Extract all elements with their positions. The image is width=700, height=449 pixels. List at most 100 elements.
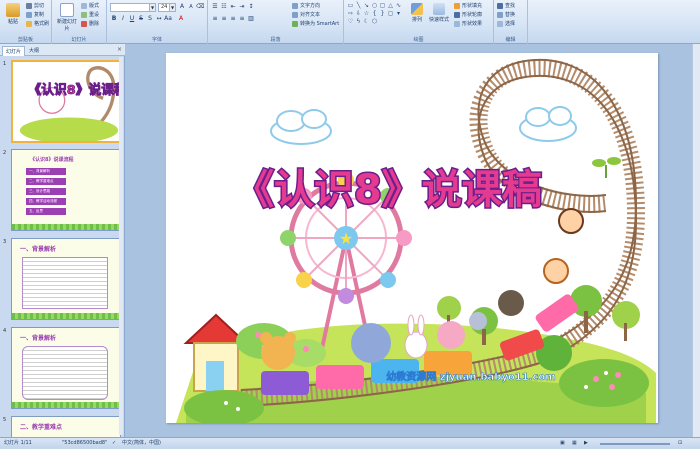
thumb-2-item: 二、教学重难点 [26, 178, 66, 185]
cloud-right [519, 106, 577, 142]
moon-shape-icon[interactable]: ☾ [363, 18, 370, 25]
spell-check-icon[interactable]: ✓ [112, 438, 116, 449]
slides-group-label: 幻灯片 [71, 37, 87, 43]
hex-shape-icon[interactable]: ⬡ [371, 18, 378, 25]
clipboard-group: 粘贴 剪切 复制 格式刷 剪贴板 [0, 0, 52, 44]
current-slide[interactable]: ★ 《认识8》说课稿 幼教资源网 zjyuan.babyo11.com [166, 53, 658, 423]
shape-fill-button[interactable]: 形状填充 [454, 2, 482, 10]
language-indicator: 中文(简体，中国) [122, 440, 161, 446]
slide-title[interactable]: 《认识8》说课稿 [233, 166, 544, 215]
view-show-button[interactable]: ▶ [584, 438, 588, 449]
close-icon[interactable]: × [117, 46, 122, 53]
cut-button[interactable]: 剪切 [26, 2, 44, 10]
heart-shape-icon[interactable]: ♡ [347, 18, 354, 25]
darrow-shape-icon[interactable]: ⇩ [355, 10, 362, 17]
slide-1-preview: 《认识8》说课稿 [13, 62, 119, 141]
theme-name: "53cd86500bad8" [62, 440, 108, 446]
star-shape-icon[interactable]: ☆ [363, 10, 370, 17]
thumb-grass [12, 402, 120, 408]
align-text-button[interactable]: 对齐文本 [292, 11, 320, 19]
clear-format-button[interactable]: ⌫ [196, 3, 204, 11]
tab-outline[interactable]: 大纲 [26, 46, 42, 56]
format-painter-button[interactable]: 格式刷 [26, 20, 49, 28]
copy-button[interactable]: 复制 [26, 11, 44, 19]
replace-button[interactable]: 替换 [497, 11, 515, 19]
spacing-button[interactable]: ↔ [155, 15, 163, 23]
text-direction-button[interactable]: 文字方向 [292, 2, 320, 10]
editing-group: 查找 替换 选择 编辑 [494, 0, 528, 44]
new-slide-button[interactable]: 新建幻灯片 [55, 2, 79, 32]
delete-slide-button[interactable]: 删除 [81, 20, 99, 28]
smartart-button[interactable]: 转换为 SmartArt [292, 20, 339, 28]
font-color-button[interactable]: A [177, 15, 185, 23]
font-group-label: 字体 [151, 37, 162, 43]
align-center-button[interactable]: ≡ [220, 15, 228, 23]
thumbnail-scrollbar[interactable] [119, 57, 123, 435]
columns-button[interactable]: ▥ [247, 15, 255, 23]
strikethrough-button[interactable]: S [137, 15, 145, 23]
shadow-button[interactable]: S [146, 15, 154, 23]
brace2-shape-icon[interactable]: } [379, 10, 386, 17]
line-spacing-button[interactable]: ↕ [247, 3, 255, 11]
align-right-button[interactable]: ≡ [229, 15, 237, 23]
editing-group-label: 编辑 [505, 37, 516, 43]
triangle-shape-icon[interactable]: △ [387, 2, 394, 9]
rarrow-shape-icon[interactable]: ⇨ [347, 10, 354, 17]
font-name-dropdown[interactable]: ▼ [110, 3, 156, 12]
slide-number: 4 [3, 328, 7, 334]
smartart-icon [292, 20, 298, 27]
outline-icon [454, 11, 460, 18]
thumb-3-title: 一、背景解析 [20, 246, 57, 253]
fit-window-button[interactable]: ⊡ [678, 438, 682, 449]
layout-button[interactable]: 版式 [81, 2, 99, 10]
more-shapes-icon[interactable]: ▾ [395, 10, 402, 17]
arrow-shape-icon[interactable]: ↘ [363, 2, 370, 9]
shape-effects-button[interactable]: 形状效果 [454, 20, 482, 28]
curve-shape-icon[interactable]: ∿ [395, 2, 402, 9]
slide-thumbnail-2[interactable]: 《认识8》说课流程 一、背景解析 二、教学重难点 三、设计思路 四、教学活动流程… [11, 149, 121, 231]
shrink-font-button[interactable]: A [187, 3, 195, 11]
shape-outline-button[interactable]: 形状轮廓 [454, 11, 482, 19]
view-sorter-button[interactable]: ▦ [572, 438, 577, 449]
font-size-dropdown[interactable]: 24 ▼ [158, 3, 176, 12]
paste-button[interactable]: 粘贴 [2, 2, 24, 32]
slide-thumbnail-1[interactable]: 《认识8》说课稿 [11, 60, 121, 143]
canvas-vertical-scrollbar[interactable] [692, 44, 700, 437]
decrease-indent-button[interactable]: ⇤ [229, 3, 237, 11]
svg-text:★: ★ [339, 229, 353, 248]
slide-thumbnail-5[interactable]: 二、教学重难点 [11, 416, 121, 438]
lightning-shape-icon[interactable]: ϟ [355, 18, 362, 25]
sprout [592, 157, 621, 178]
slide-thumbnail-4[interactable]: 一、背景解析 [11, 327, 121, 409]
align-left-button[interactable]: ≡ [211, 15, 219, 23]
increase-indent-button[interactable]: ⇥ [238, 3, 246, 11]
line-shape-icon[interactable]: ╲ [355, 2, 362, 9]
tab-slides[interactable]: 幻灯片 [2, 46, 26, 56]
fill-icon [454, 2, 460, 9]
brace-shape-icon[interactable]: { [371, 10, 378, 17]
underline-button[interactable]: U [128, 15, 136, 23]
house [183, 313, 249, 392]
zoom-slider[interactable] [600, 443, 670, 445]
reset-button[interactable]: 重设 [81, 11, 99, 19]
rect2-shape-icon[interactable]: ▢ [379, 2, 386, 9]
case-button[interactable]: Aa [164, 15, 172, 23]
find-button[interactable]: 查找 [497, 2, 515, 10]
layout-icon [81, 2, 87, 9]
quick-styles-button[interactable]: 快速样式 [428, 2, 450, 32]
slide-thumbnail-3[interactable]: 一、背景解析 [11, 238, 121, 320]
oval-shape-icon[interactable]: ○ [371, 2, 378, 9]
callout-shape-icon[interactable]: ◻ [387, 10, 394, 17]
bullets-button[interactable]: ☰ [211, 3, 219, 11]
justify-button[interactable]: ≡ [238, 15, 246, 23]
arrange-button[interactable]: 排列 [408, 2, 426, 32]
rectangle-shape-icon[interactable]: ▭ [347, 2, 354, 9]
slide-number: 5 [3, 417, 7, 423]
numbering-button[interactable]: ☷ [220, 3, 228, 11]
bold-button[interactable]: B [110, 15, 118, 23]
select-button[interactable]: 选择 [497, 20, 515, 28]
italic-button[interactable]: I [119, 15, 127, 23]
view-normal-button[interactable]: ▣ [560, 438, 565, 449]
grow-font-button[interactable]: A [178, 3, 186, 11]
slide-counter: 幻灯片 1/11 [4, 440, 32, 446]
